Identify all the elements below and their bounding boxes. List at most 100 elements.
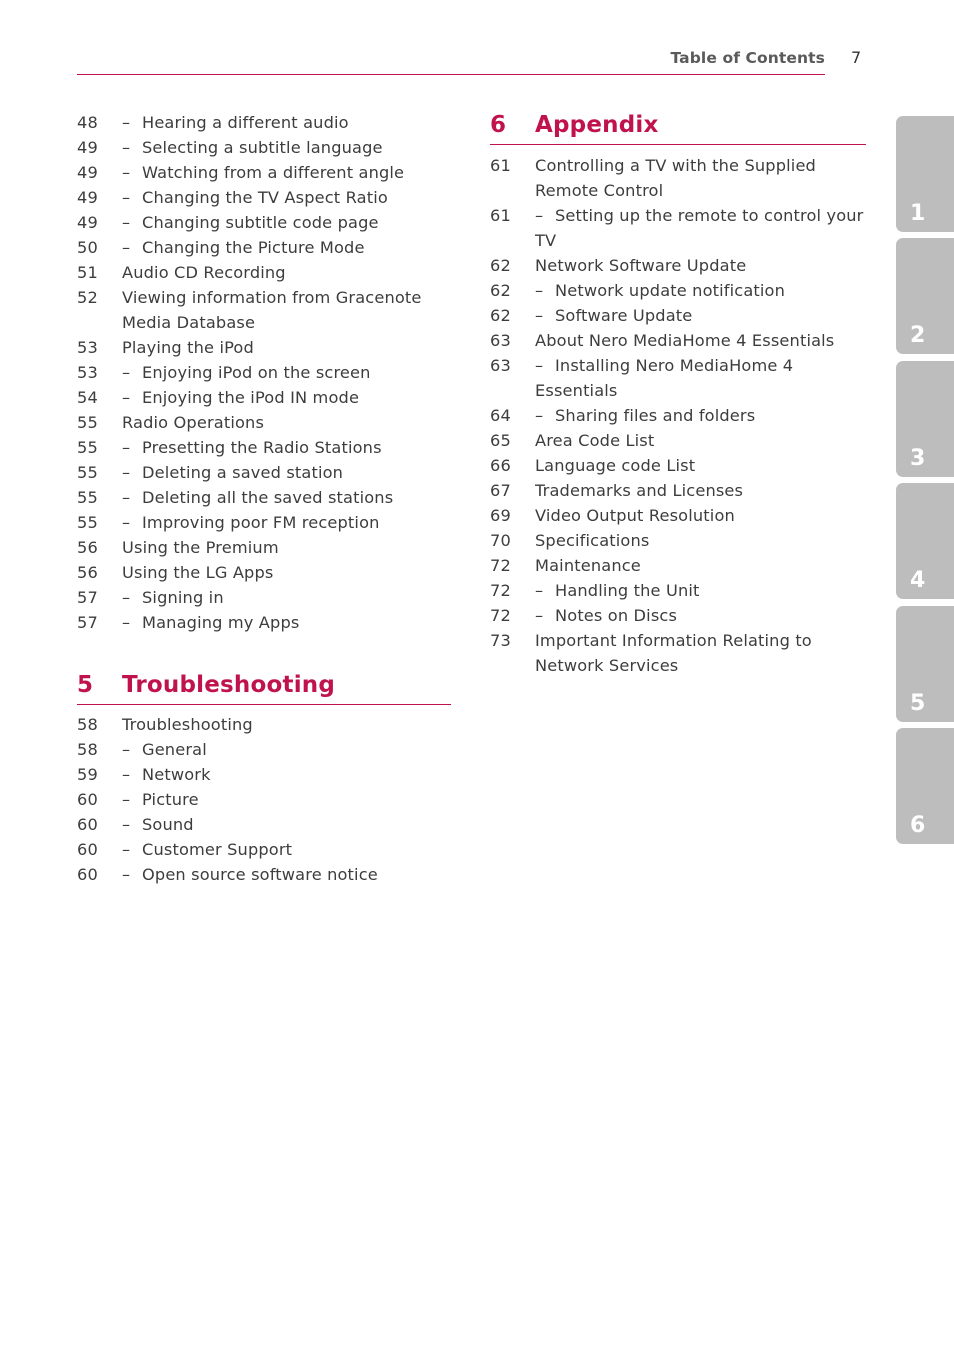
toc-entry-label: Audio CD Recording	[122, 263, 286, 282]
section-number: 6	[490, 112, 507, 138]
page-number: 7	[851, 48, 862, 67]
toc-entry-label: Specifications	[535, 531, 650, 550]
toc-entry[interactable]: 62 Network Software Update	[490, 253, 866, 278]
toc-subentry[interactable]: 62 – Software Update	[490, 303, 866, 328]
toc-entry-text: – Changing the Picture Mode	[122, 235, 451, 260]
toc-entry-label: Important Information Relating to Networ…	[535, 631, 812, 675]
chapter-tab-number: 3	[910, 445, 926, 471]
toc-page-number: 48	[77, 113, 98, 132]
toc-entry-label: Software Update	[555, 306, 693, 325]
toc-subentry[interactable]: 53 – Enjoying iPod on the screen	[77, 360, 451, 385]
toc-subentry[interactable]: 62 – Network update notification	[490, 278, 866, 303]
toc-subentry[interactable]: 72 – Handling the Unit	[490, 578, 866, 603]
toc-subentry[interactable]: 49 – Selecting a subtitle language	[77, 135, 451, 160]
toc-entry-label: Viewing information from Gracenote Media…	[122, 288, 422, 332]
toc-entry[interactable]: 55 Radio Operations	[77, 410, 451, 435]
toc-entry-label: Network Software Update	[535, 256, 747, 275]
toc-subentry[interactable]: 49 – Changing subtitle code page	[77, 210, 451, 235]
toc-entry-label: Installing Nero MediaHome 4 Essentials	[535, 356, 794, 400]
chapter-tab-1[interactable]: 1	[896, 116, 954, 232]
toc-subentry[interactable]: 57 – Managing my Apps	[77, 610, 451, 635]
toc-entry-text: – Handling the Unit	[535, 578, 866, 603]
toc-subentry[interactable]: 60 – Picture	[77, 787, 451, 812]
toc-entry[interactable]: 72 Maintenance	[490, 553, 866, 578]
toc-entry[interactable]: 63 About Nero MediaHome 4 Essentials	[490, 328, 866, 353]
toc-page-number: 60	[77, 790, 98, 809]
toc-entry[interactable]: 52 Viewing information from Gracenote Med…	[77, 285, 451, 335]
toc-page-number: 56	[77, 538, 98, 557]
toc-subentry[interactable]: 60 – Sound	[77, 812, 451, 837]
toc-entry[interactable]: 61 Controlling a TV with the Supplied Rem…	[490, 153, 866, 203]
chapter-tab-number: 2	[910, 323, 926, 349]
toc-entry-text: – Network update notification	[535, 278, 866, 303]
chapter-tab-3[interactable]: 3	[896, 360, 954, 477]
chapter-tab-2[interactable]: 2	[896, 238, 954, 355]
toc-list-appendix: 61 Controlling a TV with the Supplied Rem…	[490, 153, 866, 678]
toc-subentry[interactable]: 55 – Deleting a saved station	[77, 460, 451, 485]
toc-entry[interactable]: 67 Trademarks and Licenses	[490, 478, 866, 503]
toc-page-number: 57	[77, 588, 98, 607]
toc-page-number: 58	[77, 740, 98, 759]
toc-subentry[interactable]: 55 – Deleting all the saved stations	[77, 485, 451, 510]
toc-subentry[interactable]: 48 – Hearing a different audio	[77, 110, 451, 135]
toc-entry-text: – Deleting all the saved stations	[122, 485, 451, 510]
toc-entry[interactable]: 73 Important Information Relating to Netw…	[490, 628, 866, 678]
toc-entry-text: – Selecting a subtitle language	[122, 135, 451, 160]
toc-entry[interactable]: 66 Language code List	[490, 453, 866, 478]
toc-entry-text: – Setting up the remote to control your T…	[535, 203, 866, 253]
toc-entry-label: Enjoying the iPod IN mode	[142, 388, 360, 407]
toc-page-number: 72	[490, 606, 511, 625]
toc-subentry[interactable]: 72 – Notes on Discs	[490, 603, 866, 628]
dash-bullet: –	[122, 363, 131, 382]
toc-entry-text: – Watching from a different angle	[122, 160, 451, 185]
toc-page-number: 73	[490, 631, 511, 650]
toc-entry[interactable]: 70 Specifications	[490, 528, 866, 553]
toc-subentry[interactable]: 57 – Signing in	[77, 585, 451, 610]
toc-entry[interactable]: 56 Using the Premium	[77, 535, 451, 560]
toc-entry-text: – Notes on Discs	[535, 603, 866, 628]
toc-page-number: 66	[490, 456, 511, 475]
toc-entry-label: Notes on Discs	[555, 606, 678, 625]
dash-bullet: –	[535, 281, 544, 300]
toc-subentry[interactable]: 60 – Open source software notice	[77, 862, 451, 887]
toc-subentry[interactable]: 64 – Sharing files and folders	[490, 403, 866, 428]
toc-entry-text: Using the Premium	[122, 535, 451, 560]
toc-entry-text: Language code List	[535, 453, 866, 478]
dash-bullet: –	[122, 488, 131, 507]
toc-page-number: 58	[77, 715, 98, 734]
toc-subentry[interactable]: 63 – Installing Nero MediaHome 4 Essential…	[490, 353, 866, 403]
toc-entry-text: Maintenance	[535, 553, 866, 578]
toc-entry[interactable]: 51 Audio CD Recording	[77, 260, 451, 285]
chapter-tab-4[interactable]: 4	[896, 483, 954, 600]
chapter-tab-6[interactable]: 6	[896, 728, 954, 844]
chapter-tab-5[interactable]: 5	[896, 605, 954, 722]
toc-subentry[interactable]: 49 – Watching from a different angle	[77, 160, 451, 185]
toc-entry[interactable]: 56 Using the LG Apps	[77, 560, 451, 585]
dash-bullet: –	[122, 588, 131, 607]
toc-entry-label: Watching from a different angle	[142, 163, 405, 182]
toc-entry[interactable]: 53 Playing the iPod	[77, 335, 451, 360]
header-divider	[77, 74, 825, 75]
toc-subentry[interactable]: 54 – Enjoying the iPod IN mode	[77, 385, 451, 410]
dash-bullet: –	[535, 406, 544, 425]
dash-bullet: –	[122, 840, 131, 859]
toc-page-number: 60	[77, 815, 98, 834]
toc-subentry[interactable]: 50 – Changing the Picture Mode	[77, 235, 451, 260]
toc-entry[interactable]: 69 Video Output Resolution	[490, 503, 866, 528]
toc-subentry[interactable]: 58 – General	[77, 737, 451, 762]
dash-bullet: –	[535, 581, 544, 600]
toc-subentry[interactable]: 49 – Changing the TV Aspect Ratio	[77, 185, 451, 210]
dash-bullet: –	[122, 113, 131, 132]
toc-subentry[interactable]: 55 – Improving poor FM reception	[77, 510, 451, 535]
toc-subentry[interactable]: 55 – Presetting the Radio Stations	[77, 435, 451, 460]
toc-page-number: 62	[490, 256, 511, 275]
toc-entry-text: – Sharing files and folders	[535, 403, 866, 428]
toc-entry[interactable]: 65 Area Code List	[490, 428, 866, 453]
dash-bullet: –	[122, 740, 131, 759]
toc-subentry[interactable]: 59 – Network	[77, 762, 451, 787]
toc-entry-label: Controlling a TV with the Supplied Remot…	[535, 156, 816, 200]
toc-subentry[interactable]: 60 – Customer Support	[77, 837, 451, 862]
toc-page-number: 72	[490, 581, 511, 600]
toc-subentry[interactable]: 61 – Setting up the remote to control your…	[490, 203, 866, 253]
toc-entry[interactable]: 58 Troubleshooting	[77, 712, 451, 737]
